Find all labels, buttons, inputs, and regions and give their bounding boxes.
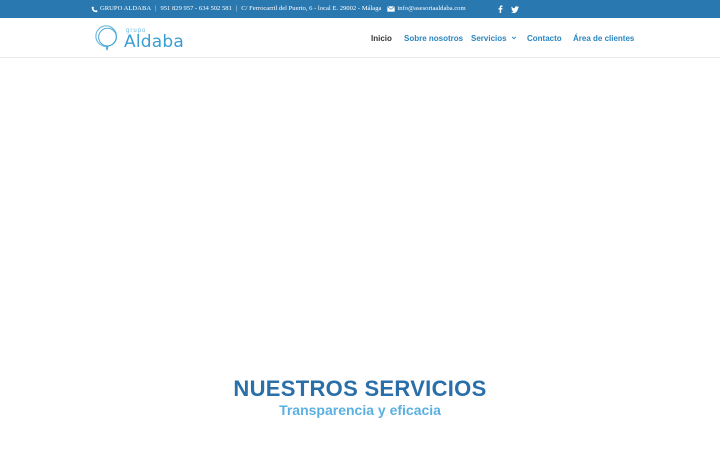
top-bar-contact-info: GRUPO ALDABA | 951 829 957 - 634 502 581… (91, 0, 466, 18)
nav-item-inicio[interactable]: Inicio (371, 18, 392, 58)
chevron-down-icon (511, 36, 516, 40)
nav-item-sobre-nosotros[interactable]: Sobre nosotros (404, 18, 463, 58)
nav-item-servicios[interactable]: Servicios (471, 18, 517, 58)
company-phone[interactable]: GRUPO ALDABA (91, 0, 151, 18)
separator: | (155, 5, 157, 12)
phone-icon (91, 6, 98, 12)
company-name: GRUPO ALDABA (100, 5, 152, 12)
separator: | (235, 5, 238, 12)
main-header: grupo Aldaba Inicio Sobre nosotros Servi… (0, 18, 720, 58)
services-subtitle: Transparencia y eficacia (279, 402, 441, 418)
email-address: info@asesoriaaldaba.com (397, 5, 466, 12)
nav-item-servicios-label: Servicios (471, 33, 507, 43)
mail-icon (387, 6, 396, 12)
facebook-icon[interactable] (498, 0, 503, 18)
email-link[interactable]: info@asesoriaaldaba.com (381, 0, 466, 18)
nav-item-area-de-clientes[interactable]: Área de clientes (573, 18, 634, 58)
logo-mark-icon (95, 25, 117, 51)
twitter-icon[interactable] (511, 0, 519, 18)
logo-big-text: Aldaba (124, 32, 184, 52)
logo[interactable]: grupo Aldaba (94, 22, 184, 54)
top-bar: GRUPO ALDABA | 951 829 957 - 634 502 581… (0, 0, 720, 18)
address: C/ Ferrocarril del Puerto, 6 - local E. … (241, 5, 382, 12)
phone-numbers[interactable]: 951 829 957 - 634 502 581 (160, 0, 231, 18)
hero-section (0, 58, 720, 368)
nav-item-contacto[interactable]: Contacto (527, 18, 562, 58)
services-title: NUESTROS SERVICIOS (233, 376, 487, 401)
